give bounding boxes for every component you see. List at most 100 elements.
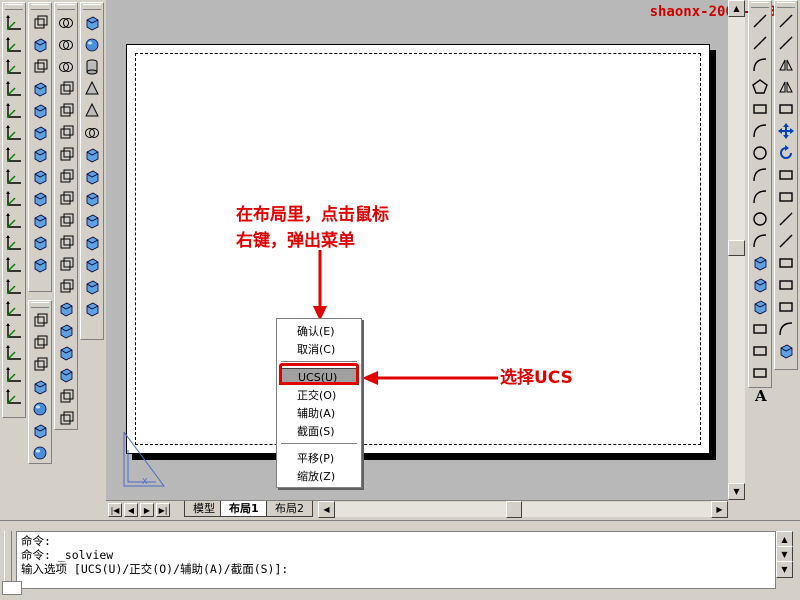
vertical-scrollbar[interactable]: ▲ ▼ <box>728 0 745 500</box>
ucs-tool-button[interactable] <box>3 100 25 122</box>
toolbar-grip[interactable] <box>31 302 49 308</box>
cube-tool-button[interactable] <box>81 232 103 254</box>
wire-tool-button[interactable] <box>55 408 77 430</box>
rect-tool-button[interactable] <box>749 318 771 340</box>
cube-tool-button[interactable] <box>29 166 51 188</box>
cube-tool-button[interactable] <box>55 298 77 320</box>
menu-item-zoom[interactable]: 缩放(Z) <box>279 468 359 485</box>
last-tab-button[interactable]: ▶| <box>156 503 170 517</box>
toolbar-grip[interactable] <box>31 4 49 10</box>
arc-tool-button[interactable] <box>749 54 771 76</box>
ucs-tool-button[interactable] <box>3 276 25 298</box>
ucs-tool-button[interactable] <box>3 210 25 232</box>
scroll-thumb[interactable] <box>728 240 745 256</box>
circle-tool-button[interactable] <box>749 142 771 164</box>
wire-tool-button[interactable] <box>55 188 77 210</box>
ucs-tool-button[interactable] <box>3 122 25 144</box>
wire-tool-button[interactable] <box>55 122 77 144</box>
cube-tool-button[interactable] <box>55 320 77 342</box>
cube-tool-button[interactable] <box>55 342 77 364</box>
ring-tool-button[interactable] <box>55 12 77 34</box>
rect-tool-button[interactable] <box>749 340 771 362</box>
ucs-tool-button[interactable] <box>3 342 25 364</box>
next-tab-button[interactable]: ▶ <box>140 503 154 517</box>
cube-tool-button[interactable] <box>749 274 771 296</box>
ucs-tool-button[interactable] <box>3 166 25 188</box>
prev-tab-button[interactable]: ◀ <box>124 503 138 517</box>
ring-tool-button[interactable] <box>81 122 103 144</box>
arc-tool-button[interactable] <box>775 318 797 340</box>
rect-tool-button[interactable] <box>749 362 771 384</box>
horizontal-scrollbar[interactable]: ◀ ▶ <box>318 501 728 518</box>
toolbar-grip[interactable] <box>5 4 23 10</box>
menu-item-cancel[interactable]: 取消(C) <box>279 341 359 358</box>
ring-tool-button[interactable] <box>55 56 77 78</box>
cone-tool-button[interactable] <box>81 100 103 122</box>
ucs-tool-button[interactable] <box>3 78 25 100</box>
sphere-tool-button[interactable] <box>81 34 103 56</box>
wire-tool-button[interactable] <box>55 254 77 276</box>
cube-tool-button[interactable] <box>29 254 51 276</box>
cube-tool-button[interactable] <box>81 12 103 34</box>
rotate-tool-button[interactable] <box>775 142 797 164</box>
cube-tool-button[interactable] <box>775 340 797 362</box>
wire-tool-button[interactable] <box>29 56 51 78</box>
line-tool-button[interactable] <box>775 32 797 54</box>
line-tool-button[interactable] <box>749 32 771 54</box>
scroll-thumb[interactable] <box>506 501 522 518</box>
cube-tool-button[interactable] <box>81 298 103 320</box>
wire-tool-button[interactable] <box>55 210 77 232</box>
rect-tool-button[interactable] <box>775 296 797 318</box>
cube-tool-button[interactable] <box>29 100 51 122</box>
cube-tool-button[interactable] <box>29 232 51 254</box>
cube-tool-button[interactable] <box>29 144 51 166</box>
cube-tool-button[interactable] <box>81 144 103 166</box>
toolbar-grip[interactable] <box>57 4 75 10</box>
cube-tool-button[interactable] <box>81 254 103 276</box>
cone-tool-button[interactable] <box>81 78 103 100</box>
cube-tool-button[interactable] <box>81 166 103 188</box>
wire-tool-button[interactable] <box>55 100 77 122</box>
move-tool-button[interactable] <box>775 120 797 142</box>
mirror-tool-button[interactable] <box>775 76 797 98</box>
wire-tool-button[interactable] <box>55 166 77 188</box>
cube-tool-button[interactable] <box>29 420 51 442</box>
ucs-tool-button[interactable] <box>3 320 25 342</box>
sphere-tool-button[interactable] <box>29 398 51 420</box>
command-prompt[interactable]: 输入选项 [UCS(U)/正交(O)/辅助(A)/截面(S)]: <box>21 562 771 576</box>
wire-tool-button[interactable] <box>55 232 77 254</box>
wire-tool-button[interactable] <box>55 386 77 408</box>
wire-tool-button[interactable] <box>55 276 77 298</box>
rect-tool-button[interactable] <box>749 98 771 120</box>
rect-tool-button[interactable] <box>775 98 797 120</box>
sphere-tool-button[interactable] <box>29 442 51 464</box>
line-tool-button[interactable] <box>749 10 771 32</box>
ucs-tool-button[interactable] <box>3 364 25 386</box>
command-history[interactable]: 命令: 命令: _solview 输入选项 [UCS(U)/正交(O)/辅助(A… <box>16 531 776 589</box>
cube-tool-button[interactable] <box>55 364 77 386</box>
menu-item-section[interactable]: 截面(S) <box>279 423 359 440</box>
text-tool-button[interactable]: A <box>749 384 771 406</box>
tab-layout1[interactable]: 布局1 <box>220 501 268 517</box>
line-tool-button[interactable] <box>775 208 797 230</box>
tab-model[interactable]: 模型 <box>184 501 224 517</box>
arc-tool-button[interactable] <box>749 164 771 186</box>
menu-item-auxiliary[interactable]: 辅助(A) <box>279 405 359 422</box>
line-tool-button[interactable] <box>775 230 797 252</box>
arc-tool-button[interactable] <box>749 186 771 208</box>
ucs-tool-button[interactable] <box>3 144 25 166</box>
arc-tool-button[interactable] <box>749 120 771 142</box>
cube-tool-button[interactable] <box>81 188 103 210</box>
cube-tool-button[interactable] <box>81 276 103 298</box>
toolbar-grip[interactable] <box>83 4 101 10</box>
cube-tool-button[interactable] <box>749 296 771 318</box>
circle-tool-button[interactable] <box>749 208 771 230</box>
wire-tool-button[interactable] <box>55 144 77 166</box>
cube-tool-button[interactable] <box>749 252 771 274</box>
wire-tool-button[interactable] <box>29 354 51 376</box>
ring-tool-button[interactable] <box>55 34 77 56</box>
rect-tool-button[interactable] <box>775 186 797 208</box>
cube-tool-button[interactable] <box>29 78 51 100</box>
scroll-left-button[interactable]: ◀ <box>318 501 335 518</box>
cube-tool-button[interactable] <box>29 188 51 210</box>
